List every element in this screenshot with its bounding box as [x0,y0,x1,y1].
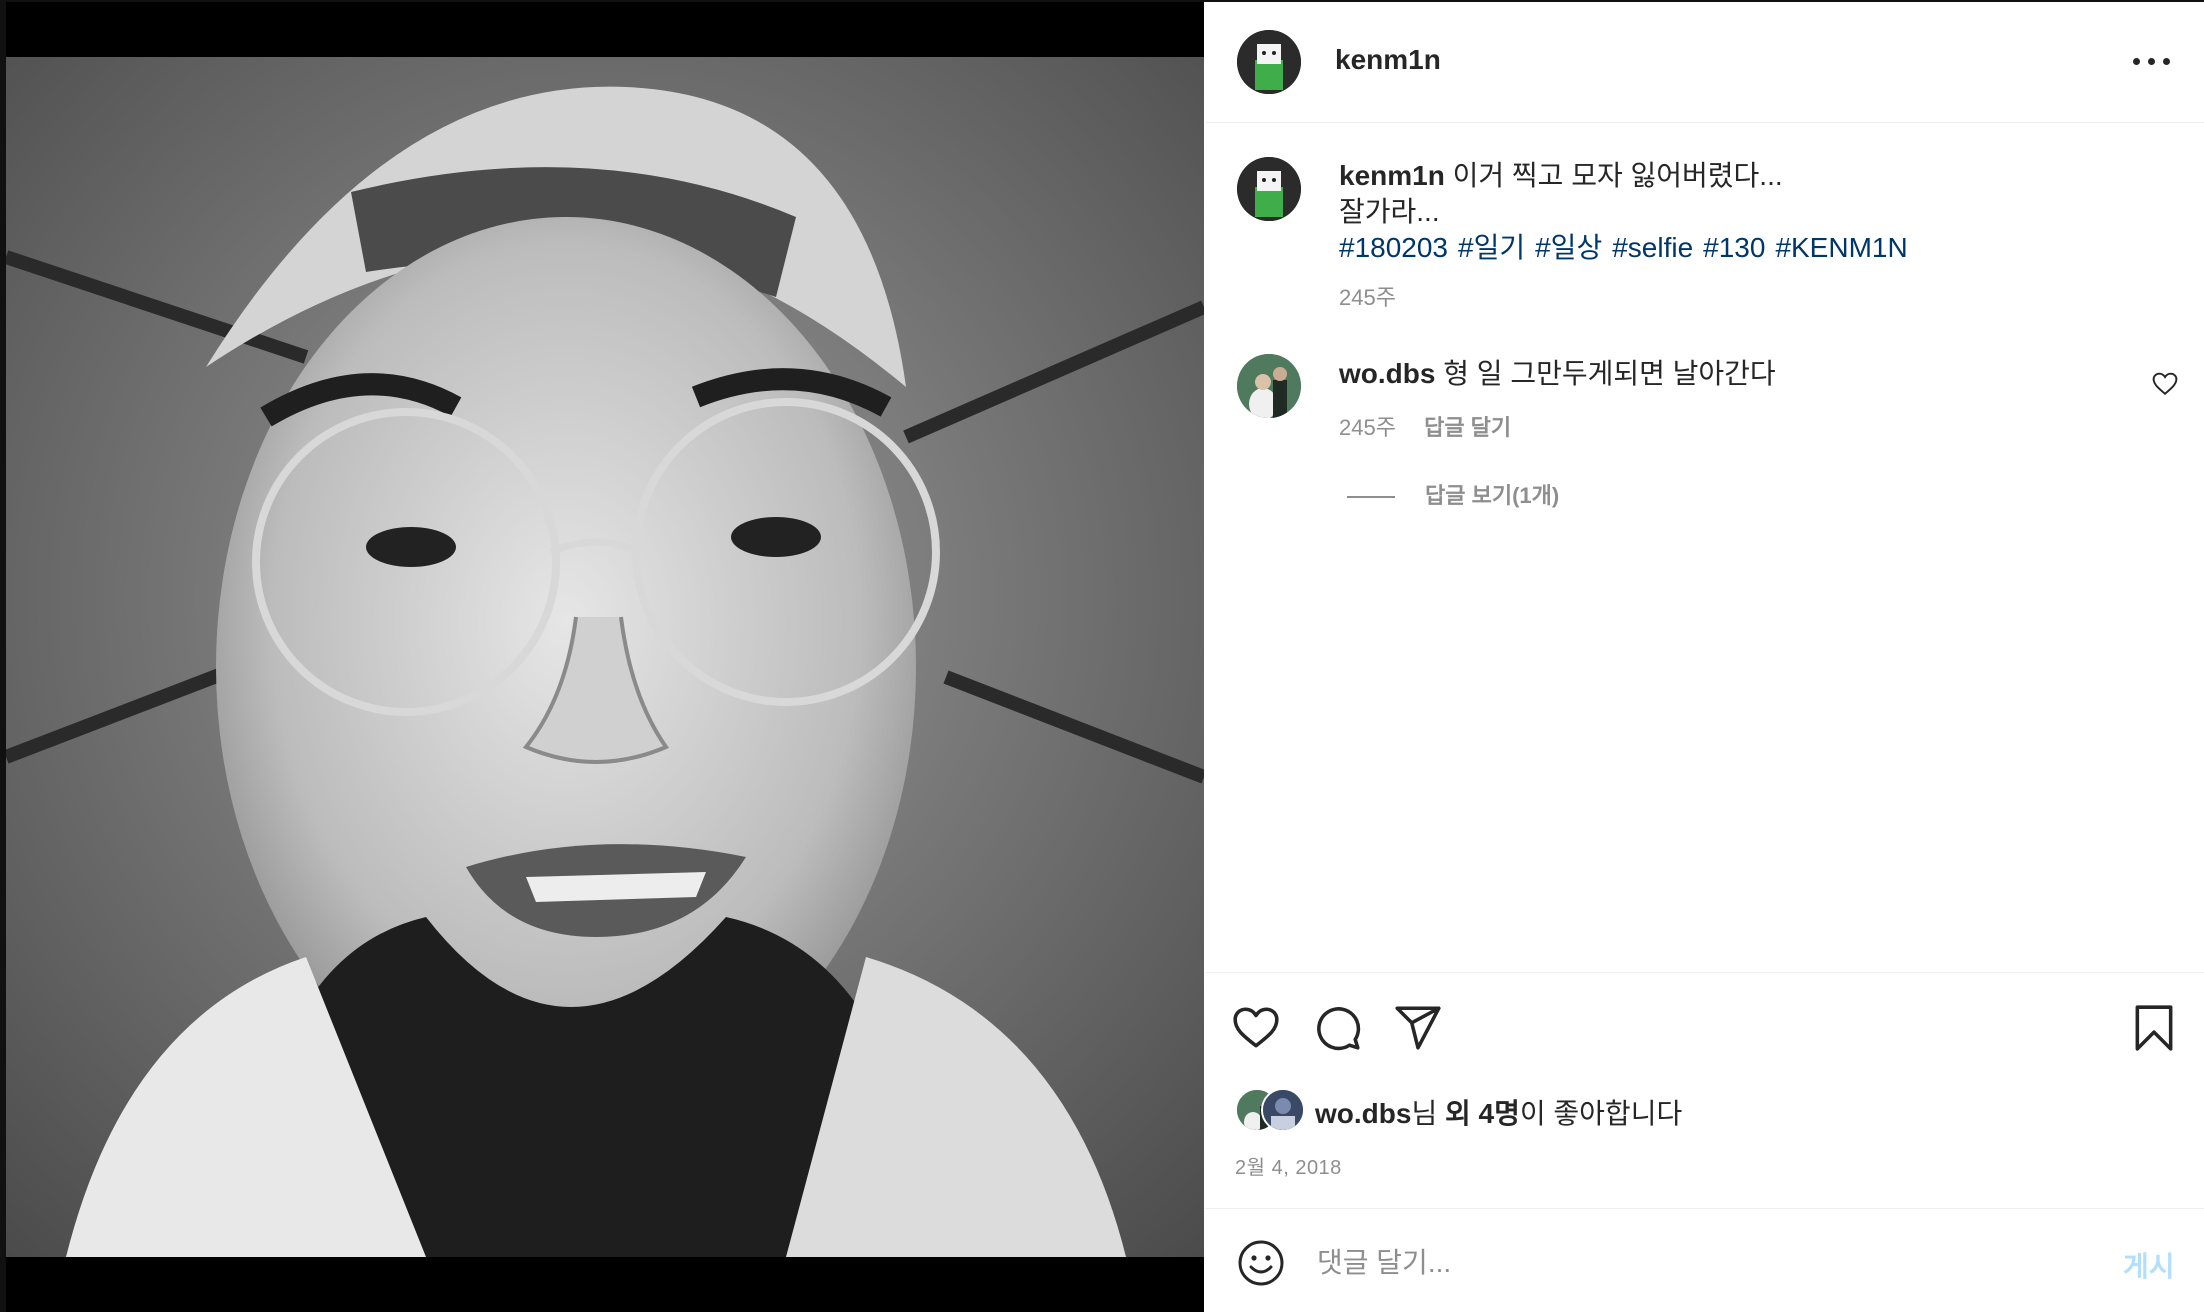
commenter-avatar[interactable] [1237,354,1301,418]
comment-bubble-icon[interactable] [1313,1003,1363,1053]
caption-author-avatar[interactable] [1237,157,1301,221]
reply-button[interactable]: 답글 달기 [1424,415,1511,440]
author-avatar[interactable] [1237,30,1301,94]
likes-suffix-2: 이 좋아합니다 [1519,1098,1683,1129]
likes-text[interactable]: wo.dbs님 외 4명이 좋아합니다 [1315,1092,1682,1132]
hashtag-link[interactable]: #180203 [1339,232,1448,263]
comment-username[interactable]: wo.dbs [1339,358,1435,389]
likes-others-count[interactable]: 외 4명 [1445,1098,1520,1129]
liker-avatar[interactable] [1261,1088,1305,1132]
caption-timestamp[interactable]: 245주 [1339,280,1396,312]
post-header: kenm1n [1205,2,2204,123]
post-date[interactable]: 2월 4, 2018 [1235,1151,1342,1180]
selfie-image [6,57,1204,1257]
smiley-face-icon[interactable] [1237,1239,1285,1287]
post-comment-button[interactable]: 게시 [2123,1245,2175,1285]
caption-text-line2: 잘가라... [1339,196,1440,227]
hashtag-link[interactable]: #130 [1703,232,1765,263]
caption-username[interactable]: kenm1n [1339,160,1445,191]
likes-first-user[interactable]: wo.dbs [1315,1098,1411,1129]
hashtag-link[interactable]: #일상 [1535,232,1602,263]
hashtag-list: #180203 #일기 #일상 #selfie #130 #KENM1N [1339,230,2159,266]
hashtag-link[interactable]: #KENM1N [1775,232,1907,263]
caption: kenm1n 이거 찍고 모자 잃어버렸다... 잘가라... #180203 #… [1339,158,2159,266]
comments-section: kenm1n 이거 찍고 모자 잃어버렸다... 잘가라... #180203 #… [1205,123,2204,973]
reply-divider-line [1347,496,1395,499]
comment-input[interactable] [1315,1237,2039,1289]
heart-icon[interactable] [1231,1003,1281,1053]
comment-body: wo.dbs 형 일 그만두게되면 날아간다 [1339,356,1776,392]
add-comment-bar: 게시 [1205,1208,2204,1313]
hashtag-link[interactable]: #selfie [1612,232,1693,263]
comment-text: 형 일 그만두게되면 날아간다 [1443,358,1776,389]
post-photo[interactable] [6,2,1204,1312]
comment-meta: 245주 답글 달기 [1339,410,1511,442]
post-detail-panel: kenm1n kenm1n 이거 찍고 모자 잃어버렸다... 잘가라... #… [1205,2,2204,1312]
author-username[interactable]: kenm1n [1335,44,1441,76]
view-replies-button[interactable]: 답글 보기(1개) [1347,478,1559,510]
paper-plane-icon[interactable] [1393,1003,1443,1053]
view-replies-label: 답글 보기(1개) [1425,483,1560,508]
caption-text-line1: 이거 찍고 모자 잃어버렸다... [1452,160,1783,191]
likes-suffix-1: 님 [1411,1098,1445,1129]
comment-timestamp[interactable]: 245주 [1339,415,1396,440]
action-bar: wo.dbs님 외 4명이 좋아합니다 2월 4, 2018 [1205,972,2204,1209]
more-options-icon[interactable] [2130,42,2174,78]
hashtag-link[interactable]: #일기 [1458,232,1525,263]
bookmark-icon[interactable] [2129,1003,2179,1053]
comment-like-heart-icon[interactable] [2152,372,2178,396]
